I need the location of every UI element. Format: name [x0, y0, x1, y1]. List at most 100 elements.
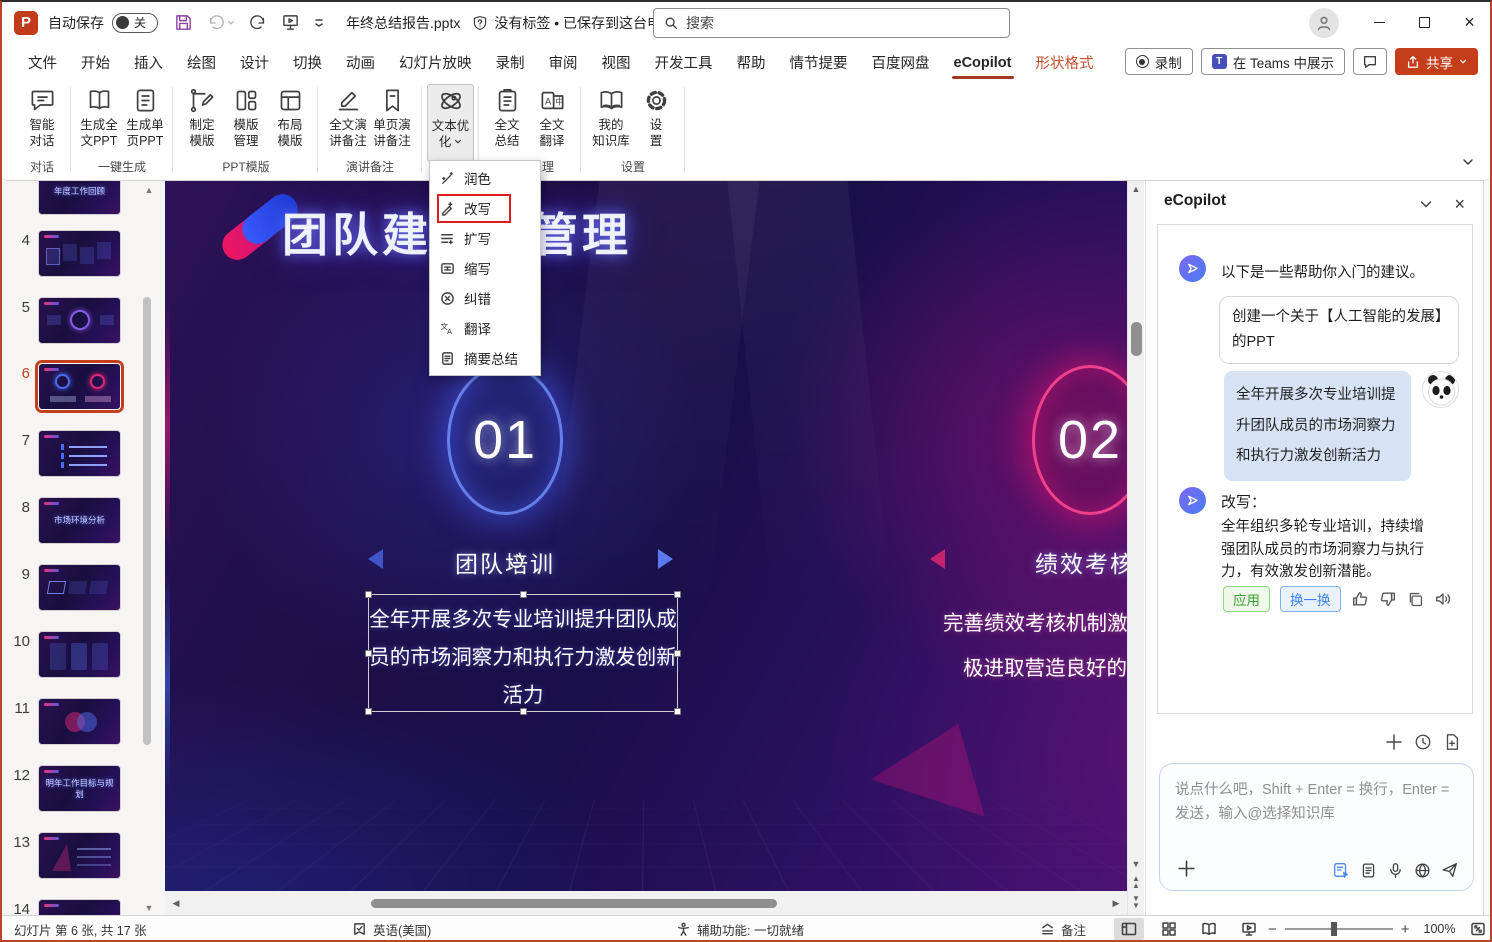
ribbon-button-generate-full-ppt[interactable]: 生成全 文PPT	[76, 84, 122, 158]
slide-thumbnail-14[interactable]	[38, 899, 121, 915]
globe-icon[interactable]	[1414, 862, 1431, 879]
slide-thumbnail-5[interactable]	[38, 297, 121, 344]
slide-thumbnail-7[interactable]	[38, 430, 121, 477]
panel-scrollbar-gutter[interactable]	[1483, 181, 1490, 915]
selected-textbox[interactable]: 全年开展多次专业培训提升团队成员的市场洞察力和执行力激发创新活力	[365, 591, 681, 715]
item1-description[interactable]: 全年开展多次专业培训提升团队成员的市场洞察力和执行力激发创新活力	[369, 601, 677, 715]
ribbon-button-single-speaker-notes[interactable]: 单页演 讲备注	[368, 84, 416, 158]
slide-thumbnail-4[interactable]	[38, 230, 121, 277]
new-document-icon[interactable]	[1443, 733, 1461, 751]
notes-toggle[interactable]: 备注	[1040, 916, 1086, 942]
item2-prev-arrow-icon[interactable]	[930, 549, 945, 569]
slide-thumbnail-3[interactable]: 年度工作回顾	[38, 181, 121, 215]
tab-design[interactable]: 设计	[228, 45, 281, 80]
resize-handle[interactable]	[365, 650, 372, 657]
slide-thumbnail-8[interactable]: 市场环境分析	[38, 497, 121, 544]
ribbon-button-fulltext-speaker-notes[interactable]: 全文演 讲备注	[324, 84, 372, 158]
view-normal-icon[interactable]	[1114, 918, 1144, 940]
ribbon-button-smart-chat[interactable]: 智能 对话	[16, 84, 68, 158]
tab-animations[interactable]: 动画	[334, 45, 387, 80]
speaker-icon[interactable]	[1434, 590, 1452, 608]
item1-circle[interactable]: 01	[447, 365, 563, 515]
resize-handle[interactable]	[674, 591, 681, 598]
resize-handle[interactable]	[520, 591, 527, 598]
input-add-icon[interactable]	[1177, 859, 1196, 878]
record-button[interactable]: 录制	[1124, 48, 1193, 75]
tab-file[interactable]: 文件	[16, 45, 69, 80]
slide-thumbnail-12[interactable]: 明年工作目标与规划	[38, 765, 121, 812]
ribbon-button-generate-single-ppt[interactable]: 生成单 页PPT	[122, 84, 168, 158]
close-icon[interactable]: ×	[1447, 0, 1492, 45]
previous-slide-icon[interactable]: ▲ ▲	[1128, 875, 1144, 890]
resize-handle[interactable]	[365, 591, 372, 598]
vertical-scroll-thumb[interactable]	[1131, 322, 1142, 356]
menu-item-polish[interactable]: 润色	[430, 163, 540, 193]
swap-button[interactable]: 换一换	[1280, 586, 1341, 612]
menu-item-proofread[interactable]: 纠错	[430, 283, 540, 313]
notes-doc-icon[interactable]	[1360, 862, 1377, 879]
comments-button[interactable]	[1353, 48, 1387, 75]
slide-thumbnail-9[interactable]	[38, 564, 121, 611]
history-icon[interactable]	[1414, 733, 1432, 751]
ribbon-button-knowledge-base[interactable]: 我的 知识库	[586, 84, 636, 158]
tab-record[interactable]: 录制	[484, 45, 537, 80]
zoom-out-icon[interactable]: −	[1268, 921, 1277, 938]
tab-view[interactable]: 视图	[590, 45, 643, 80]
resize-handle[interactable]	[674, 708, 681, 715]
tab-shape-format[interactable]: 形状格式	[1024, 45, 1106, 80]
item1-label[interactable]: 团队培训	[425, 545, 585, 579]
scroll-down-icon[interactable]: ▼	[1128, 860, 1144, 869]
tab-insert[interactable]: 插入	[122, 45, 175, 80]
fit-to-window-icon[interactable]	[1470, 921, 1486, 937]
tab-slideshow[interactable]: 幻灯片放映	[387, 45, 484, 80]
view-reading-icon[interactable]	[1194, 918, 1224, 940]
thumbs-scroll-up-icon[interactable]: ▲	[141, 185, 157, 195]
slide-thumbnail-11[interactable]	[38, 698, 121, 745]
item2-description-line2[interactable]: 极进取营造良好的	[963, 651, 1127, 681]
ribbon-button-create-template[interactable]: 制定 模版	[179, 84, 225, 158]
thumbs-scroll-down-icon[interactable]: ▼	[141, 903, 157, 913]
item1-next-arrow-icon[interactable]	[658, 549, 673, 569]
resize-handle[interactable]	[365, 708, 372, 715]
ribbon-collapse-icon[interactable]	[1462, 156, 1474, 168]
item2-circle[interactable]: 02	[1032, 365, 1127, 515]
view-slideshow-icon[interactable]	[1234, 918, 1264, 940]
tab-review[interactable]: 审阅	[537, 45, 590, 80]
zoom-level[interactable]: 100%	[1424, 922, 1456, 936]
document-status[interactable]: 没有标签 • 已保存到这台电脑	[494, 13, 675, 33]
slide-thumbnail-13[interactable]	[38, 832, 121, 879]
new-topic-add-icon[interactable]	[1385, 733, 1403, 751]
minimize-icon[interactable]	[1357, 0, 1402, 45]
search-input[interactable]: 搜索	[653, 8, 1010, 38]
thumbs-up-icon[interactable]	[1351, 590, 1369, 608]
slide-vertical-scrollbar[interactable]: ▲ ▼ ▲ ▲ ▼ ▼	[1127, 181, 1144, 915]
scroll-left-icon[interactable]: ◀	[168, 899, 184, 908]
item2-description-line1[interactable]: 完善绩效考核机制激励	[943, 606, 1127, 636]
panel-close-icon[interactable]: ×	[1454, 194, 1465, 215]
slide-horizontal-scrollbar[interactable]: ◀ ▶	[165, 891, 1127, 915]
thumbnail-scrollbar[interactable]	[143, 297, 151, 745]
apply-button[interactable]: 应用	[1223, 586, 1270, 612]
qat-overflow-icon[interactable]	[314, 18, 324, 28]
menu-item-abstract-summary[interactable]: 摘要总结	[430, 343, 540, 373]
ribbon-button-layout-template[interactable]: 布局 模版	[267, 84, 313, 158]
user-account-avatar[interactable]	[1309, 7, 1339, 38]
ribbon-button-fulltext-summary[interactable]: 全文 总结	[484, 84, 530, 158]
chat-input[interactable]: 说点什么吧，Shift + Enter = 换行，Enter = 发送，输入@选…	[1159, 763, 1474, 891]
horizontal-scroll-thumb[interactable]	[371, 899, 777, 908]
ribbon-button-fulltext-translate[interactable]: A中 全文 翻译	[529, 84, 575, 158]
panel-collapse-icon[interactable]	[1419, 197, 1433, 211]
tab-draw[interactable]: 绘图	[175, 45, 228, 80]
zoom-in-icon[interactable]: +	[1401, 921, 1410, 938]
redo-icon[interactable]	[249, 14, 267, 32]
suggestion-card[interactable]: 创建一个关于【人工智能的发展】的PPT	[1219, 296, 1459, 364]
item2-label[interactable]: 绩效考核	[1035, 545, 1127, 579]
slide-thumbnail-10[interactable]	[38, 631, 121, 678]
zoom-slider-thumb[interactable]	[1330, 922, 1337, 936]
menu-item-rewrite[interactable]: 改写	[430, 193, 540, 223]
microphone-icon[interactable]	[1387, 862, 1404, 879]
language-status[interactable]: 英语(美国)	[352, 916, 431, 942]
accessibility-status[interactable]: 辅助功能: 一切就绪	[676, 916, 804, 942]
copy-icon[interactable]	[1407, 591, 1424, 608]
ribbon-button-settings[interactable]: 设置	[636, 84, 676, 158]
